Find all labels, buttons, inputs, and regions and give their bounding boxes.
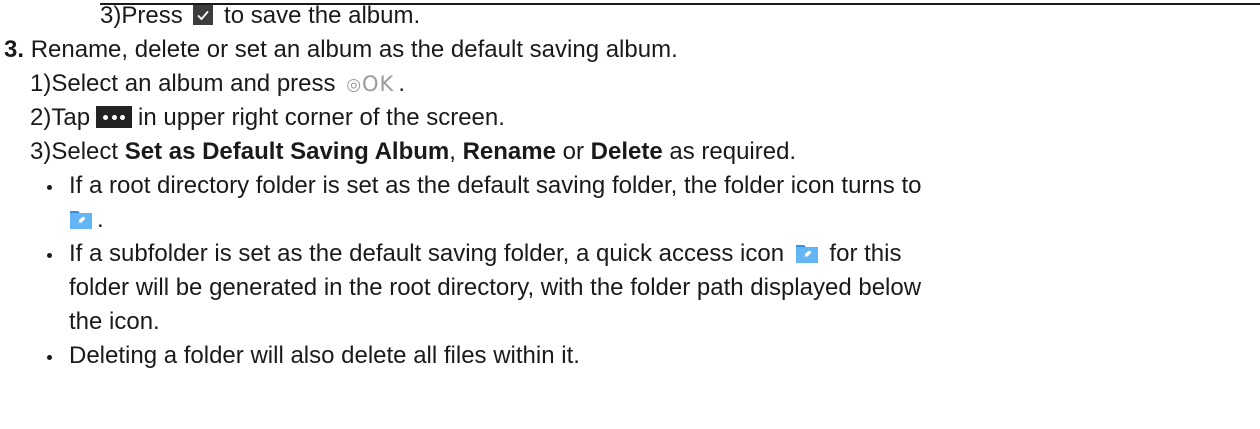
step-save-album: 3)Press to save the album. xyxy=(100,0,420,33)
bullet-2-line-2: folder will be generated in the root dir… xyxy=(69,274,922,301)
substep-1: 1)Select an album and press ◎OK. xyxy=(30,67,405,102)
bullet-marker xyxy=(47,355,52,360)
more-options-icon xyxy=(96,106,133,128)
pinned-folder-icon xyxy=(69,206,93,229)
option-set-default: Set as Default Saving Album xyxy=(124,138,450,165)
pinned-folder-icon xyxy=(795,240,819,263)
bullet-2-line-3: the icon. xyxy=(69,308,160,335)
substep-text-post: . xyxy=(398,70,406,97)
option-rename: Rename xyxy=(462,138,556,165)
checkmark-icon xyxy=(193,5,214,25)
substep-2: 2)Tap in upper right corner of the scree… xyxy=(30,101,505,135)
substep-number: 1) xyxy=(30,70,52,97)
bullet-3-line-1: Deleting a folder will also delete all f… xyxy=(69,342,580,369)
step-text-pre: Press xyxy=(121,2,183,29)
substep-text-pre: Select xyxy=(51,138,119,165)
substep-number: 3) xyxy=(30,138,52,165)
list-item-3: 3. Rename, delete or set an album as the… xyxy=(4,33,678,67)
bullet-2-line-1: If a subfolder is set as the default sav… xyxy=(69,240,902,267)
substep-text-post: in upper right corner of the screen. xyxy=(138,104,505,131)
option-delete: Delete xyxy=(590,138,663,165)
substep-text-pre: Select an album and press xyxy=(51,70,336,97)
substep-3: 3)Select Set as Default Saving Album, Re… xyxy=(30,135,796,169)
substep-number: 2) xyxy=(30,104,52,131)
substep-text-pre: Tap xyxy=(51,104,91,131)
bullet-1-line-2: . xyxy=(69,203,104,237)
item-text: Rename, delete or set an album as the de… xyxy=(30,36,678,63)
bullet-1-line-1: If a root directory folder is set as the… xyxy=(69,172,922,199)
bullet-marker xyxy=(47,185,52,190)
manual-page: 3)Press to save the album. 3. Rename, de… xyxy=(0,0,1260,429)
step-number: 3) xyxy=(100,2,122,29)
bullet-marker xyxy=(47,253,52,258)
item-number: 3. xyxy=(4,36,25,63)
step-text-post: to save the album. xyxy=(224,2,421,29)
ok-button-icon: ◎OK xyxy=(346,72,395,96)
